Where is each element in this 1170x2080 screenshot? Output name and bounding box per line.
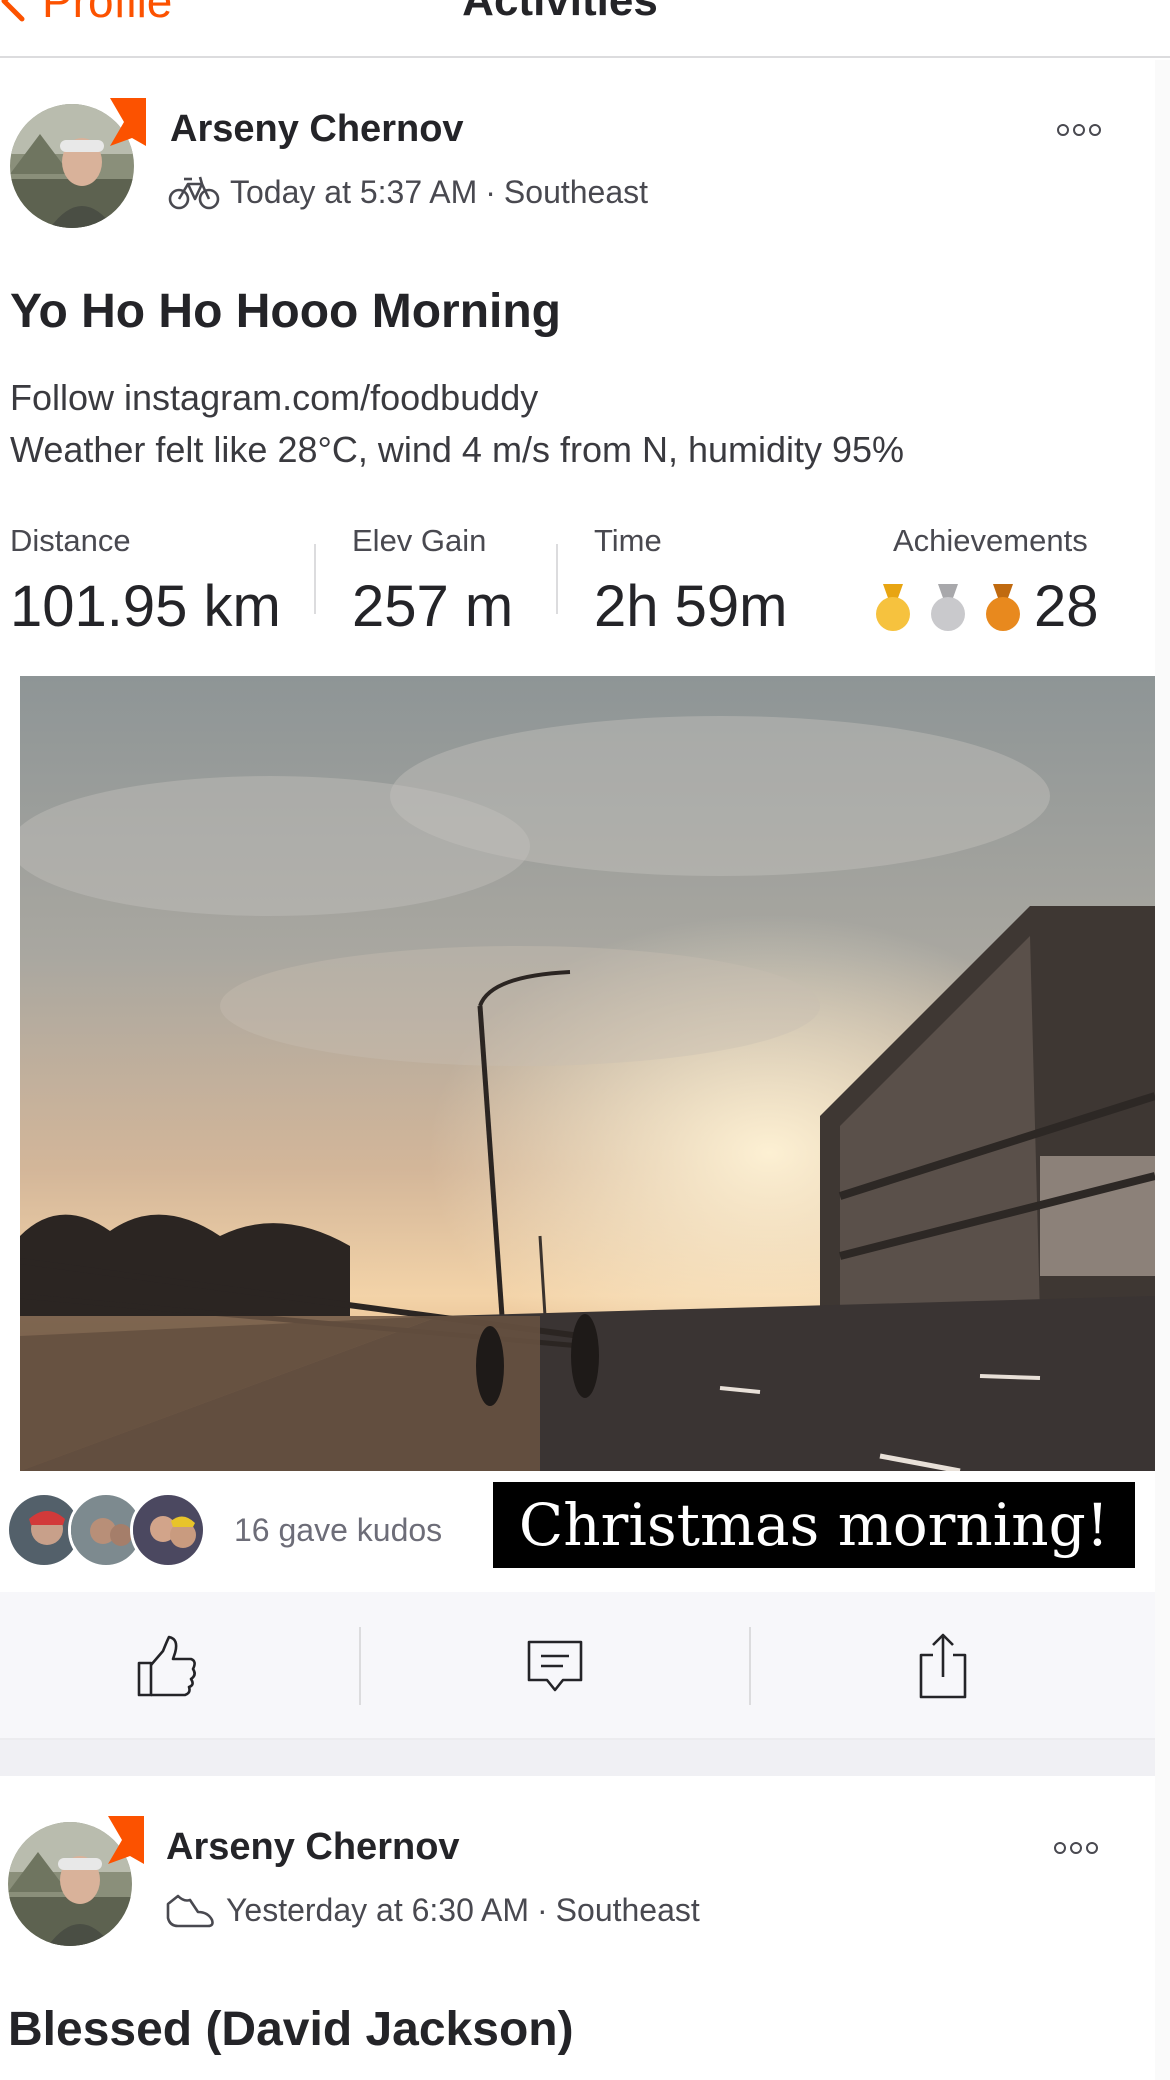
description-line: Follow instagram.com/foodbuddy xyxy=(10,377,539,418)
time-value: 2h 59m xyxy=(594,574,788,639)
comment-button[interactable] xyxy=(405,1592,705,1740)
activity-location: Southeast xyxy=(555,1891,700,1928)
stat-divider xyxy=(314,544,316,614)
activity-location: Southeast xyxy=(503,173,649,210)
page-title: Activities xyxy=(462,0,658,25)
subscriber-badge-icon xyxy=(108,1816,144,1864)
activity-time: Yesterday at 6:30 AM xyxy=(226,1891,530,1928)
bronze-medal-icon xyxy=(986,584,1020,631)
kudos-count[interactable]: 16 gave kudos xyxy=(234,1512,442,1549)
activity-photo[interactable] xyxy=(20,676,1155,1471)
achievements-count: 28 xyxy=(1034,574,1099,639)
activity-description: Follow instagram.com/foodbuddy Weather f… xyxy=(10,372,904,476)
achievements-row[interactable] xyxy=(874,584,1039,632)
sunrise-road-photo xyxy=(20,676,1155,1471)
gold-medal-icon xyxy=(876,584,910,631)
athlete-name[interactable]: Arseny Chernov xyxy=(166,1826,460,1869)
activity-meta: Today at 5:37 AM · Southeast xyxy=(168,172,648,212)
subscriber-badge-icon xyxy=(110,98,146,146)
distance-label: Distance xyxy=(10,523,131,558)
comment-icon xyxy=(527,1640,583,1692)
photo-caption: Christmas morning! xyxy=(493,1482,1135,1568)
meta-separator: · xyxy=(537,1891,548,1928)
share-button[interactable] xyxy=(793,1592,1093,1740)
feed-separator xyxy=(0,1740,1155,1776)
action-divider xyxy=(359,1627,361,1705)
silver-medal-icon xyxy=(931,584,965,631)
activity-time: Today at 5:37 AM xyxy=(230,173,478,210)
kudos-button[interactable] xyxy=(16,1592,316,1740)
time-label: Time xyxy=(594,523,662,558)
distance-value: 101.95 km xyxy=(10,574,281,639)
stat-divider xyxy=(556,544,558,614)
activity-meta: Yesterday at 6:30 AM · Southeast xyxy=(164,1890,700,1930)
more-options-icon[interactable] xyxy=(1056,122,1102,138)
kudos-thumb-icon xyxy=(137,1635,196,1697)
scroll-edge xyxy=(1155,60,1170,2080)
description-line: Weather felt like 28°C, wind 4 m/s from … xyxy=(10,429,905,470)
athlete-avatar[interactable] xyxy=(8,1816,144,1946)
shoe-icon xyxy=(166,1894,214,1928)
kudos-avatars[interactable] xyxy=(6,1492,206,1568)
elev-gain-label: Elev Gain xyxy=(352,523,487,558)
athlete-avatar[interactable] xyxy=(10,98,146,228)
top-nav-bar: Profile Activities xyxy=(0,0,1170,58)
action-bar xyxy=(0,1592,1155,1740)
activity-title[interactable]: Blessed (David Jackson) xyxy=(8,2002,574,2057)
share-icon xyxy=(919,1633,967,1699)
action-divider xyxy=(749,1627,751,1705)
meta-separator: · xyxy=(485,173,496,210)
elev-gain-value: 257 m xyxy=(352,574,514,639)
kudos-avatar xyxy=(130,1492,206,1568)
bike-icon xyxy=(168,176,220,210)
more-options-icon[interactable] xyxy=(1053,1840,1099,1856)
athlete-name[interactable]: Arseny Chernov xyxy=(170,108,464,151)
achievements-label: Achievements xyxy=(893,523,1088,558)
activity-title[interactable]: Yo Ho Ho Hooo Morning xyxy=(10,284,561,339)
